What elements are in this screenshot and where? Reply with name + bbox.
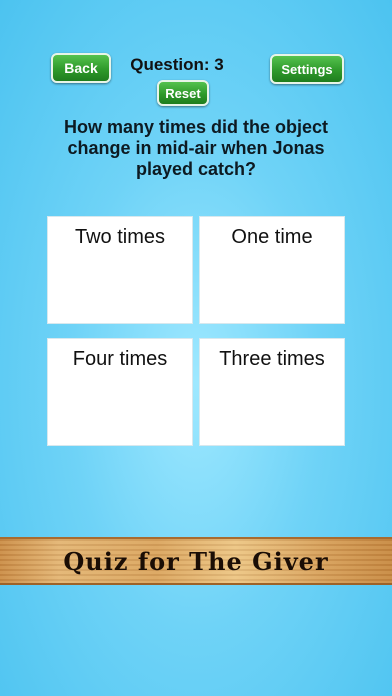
answer-option-1[interactable]: Two times xyxy=(47,216,193,324)
banner-title: Quiz for The Giver xyxy=(63,546,329,576)
back-button[interactable]: Back xyxy=(51,53,111,83)
answer-option-4[interactable]: Three times xyxy=(199,338,345,446)
answer-option-label: Four times xyxy=(72,348,168,370)
answer-option-2[interactable]: One time xyxy=(199,216,345,324)
reset-button[interactable]: Reset xyxy=(157,80,209,106)
question-text: How many times did the object change in … xyxy=(63,117,329,179)
question-number: Question: 3 xyxy=(130,55,224,74)
title-banner: Quiz for The Giver xyxy=(0,537,392,585)
answer-option-label: Three times xyxy=(219,348,325,370)
answer-option-label: One time xyxy=(231,226,313,248)
settings-button[interactable]: Settings xyxy=(270,54,344,84)
answer-option-label: Two times xyxy=(74,226,166,248)
answer-option-3[interactable]: Four times xyxy=(47,338,193,446)
